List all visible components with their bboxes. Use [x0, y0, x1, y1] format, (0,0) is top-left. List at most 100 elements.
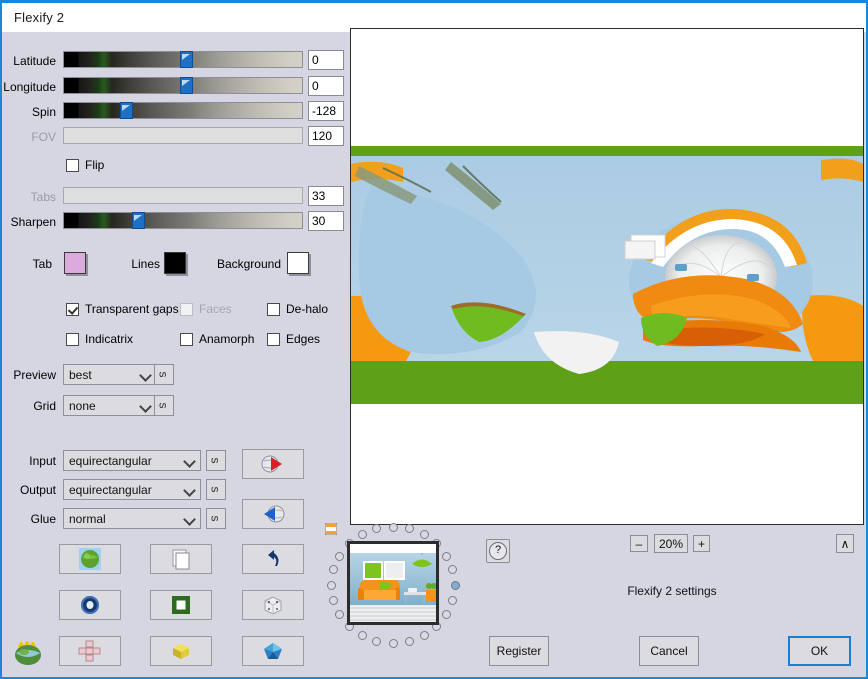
swatch-background[interactable] — [287, 252, 309, 274]
sphere-button[interactable] — [59, 544, 121, 574]
slider-thumb-sharpen[interactable] — [132, 212, 145, 229]
slider-thumb-longitude[interactable] — [180, 77, 193, 94]
slider-value-longitude[interactable]: 0 — [308, 76, 344, 96]
projection-dot[interactable] — [442, 551, 452, 561]
collapse-button[interactable]: ∧ — [836, 534, 854, 553]
slider-value-tabs[interactable]: 33 — [308, 186, 344, 206]
cancel-button[interactable]: Cancel — [639, 636, 699, 666]
reset-button-output[interactable]: s — [206, 479, 226, 500]
zoom-level-value[interactable]: 20% — [654, 534, 688, 553]
yellow-cube-icon — [173, 644, 189, 659]
select-value-grid: none — [69, 399, 96, 413]
checkbox-box-edges[interactable] — [267, 333, 280, 346]
frame-button[interactable] — [150, 590, 212, 620]
slider-value-spin[interactable]: -128 — [308, 101, 344, 121]
plane-button[interactable] — [150, 544, 212, 574]
rotate-icon: s — [157, 402, 171, 409]
projection-dot[interactable] — [388, 638, 398, 648]
select-label-input: Input — [29, 454, 56, 468]
swatch-label-tab: Tab — [32, 257, 52, 271]
ok-button[interactable]: OK — [788, 636, 851, 666]
checkbox-box-indicatrix[interactable] — [66, 333, 79, 346]
checkbox-box-transparent-gaps[interactable] — [66, 303, 79, 316]
slider-thumb-latitude[interactable] — [180, 51, 193, 68]
window-title: Flexify 2 — [14, 10, 65, 25]
swatch-label-lines: Lines — [131, 257, 160, 271]
dice-button[interactable] — [242, 590, 304, 620]
checkbox-label-edges: Edges — [286, 332, 321, 346]
reset-button-preview[interactable]: s — [154, 364, 174, 385]
paper-sheet-icon — [172, 549, 190, 570]
projection-dot[interactable] — [372, 636, 382, 646]
checkbox-box-anamorph[interactable] — [180, 333, 193, 346]
projection-dot[interactable] — [404, 636, 414, 646]
select-label-glue: Glue — [30, 512, 56, 526]
checkbox-box-de-halo[interactable] — [267, 303, 280, 316]
checkbox-box-flip[interactable] — [66, 159, 79, 172]
reset-button-glue[interactable]: s — [206, 508, 226, 529]
undo-button[interactable] — [242, 544, 304, 574]
slider-track-tabs — [63, 187, 303, 204]
projection-dot[interactable] — [404, 524, 414, 534]
projection-dot[interactable] — [334, 551, 344, 561]
reset-button-grid[interactable]: s — [154, 395, 174, 416]
projection-dot[interactable] — [334, 609, 344, 619]
slider-value-sharpen[interactable]: 30 — [308, 211, 344, 231]
slider-track-sharpen[interactable] — [63, 212, 303, 229]
projection-dot[interactable] — [450, 580, 460, 590]
zoom-out-button[interactable]: – — [630, 535, 648, 552]
slider-track-latitude[interactable] — [63, 51, 303, 68]
chevron-down-icon — [183, 484, 196, 497]
slider-value-latitude[interactable]: 0 — [308, 50, 344, 70]
living-room-thumbnail-image — [350, 544, 436, 622]
slider-label-tabs: Tabs — [30, 190, 56, 204]
projection-dot[interactable] — [419, 630, 429, 640]
select-glue[interactable]: normal — [63, 508, 201, 529]
slider-track-spin[interactable] — [63, 102, 303, 119]
projection-dot[interactable] — [357, 630, 367, 640]
projection-dot[interactable] — [326, 580, 336, 590]
preview-pane[interactable] — [350, 28, 864, 525]
projection-dot[interactable] — [328, 595, 338, 605]
globe-back-button[interactable] — [242, 499, 304, 529]
slider-thumb-spin[interactable] — [120, 102, 133, 119]
torus-button[interactable] — [59, 590, 121, 620]
swatch-tab[interactable] — [64, 252, 86, 274]
layers-icon[interactable] — [324, 522, 338, 536]
projection-dot[interactable] — [448, 595, 458, 605]
dodecahedron-button[interactable] — [242, 636, 304, 666]
select-preview[interactable]: best — [63, 364, 157, 385]
select-output[interactable]: equirectangular — [63, 479, 201, 500]
help-button[interactable]: ? — [486, 539, 510, 563]
projection-dot[interactable] — [357, 530, 367, 540]
undo-arrow-icon — [268, 550, 279, 566]
green-globe-icon — [79, 548, 101, 570]
register-button[interactable]: Register — [489, 636, 549, 666]
swatch-label-background: Background — [216, 257, 281, 271]
checkbox-label-transparent-gaps: Transparent gaps — [85, 302, 179, 316]
projection-dot[interactable] — [448, 565, 458, 575]
projection-dot[interactable] — [388, 522, 398, 532]
flame-globe-icon — [15, 641, 41, 665]
swatch-lines[interactable] — [164, 252, 186, 274]
globe-forward-button[interactable] — [242, 449, 304, 479]
select-grid[interactable]: none — [63, 395, 157, 416]
chevron-down-icon — [183, 455, 196, 468]
select-label-preview: Preview — [13, 368, 56, 382]
source-image-thumbnail[interactable] — [347, 541, 439, 625]
cross-button[interactable] — [59, 636, 121, 666]
select-label-output: Output — [19, 483, 56, 497]
projection-dot[interactable] — [372, 524, 382, 534]
cube-button[interactable] — [150, 636, 212, 666]
equirectangular-projection-render — [351, 146, 863, 404]
reset-button-input[interactable]: s — [206, 450, 226, 471]
slider-track-longitude[interactable] — [63, 77, 303, 94]
projection-dot[interactable] — [328, 565, 338, 575]
projection-dot[interactable] — [419, 530, 429, 540]
slider-value-fov[interactable]: 120 — [308, 126, 344, 146]
zoom-in-button[interactable]: + — [693, 535, 710, 552]
select-input[interactable]: equirectangular — [63, 450, 201, 471]
checkbox-label-indicatrix: Indicatrix — [85, 332, 134, 346]
projection-dot[interactable] — [442, 609, 452, 619]
pink-cross-net-icon — [78, 640, 101, 662]
